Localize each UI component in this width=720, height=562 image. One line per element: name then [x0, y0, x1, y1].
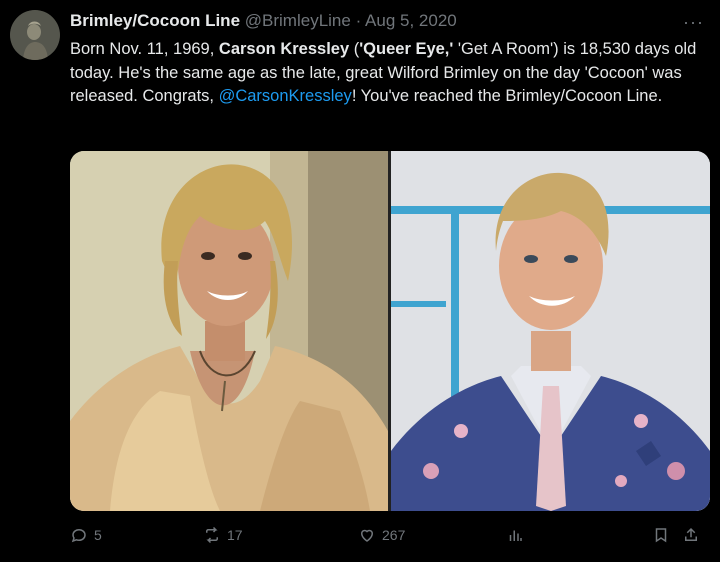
reply-icon	[70, 526, 88, 544]
tweet-date[interactable]: Aug 5, 2020	[365, 11, 457, 30]
tweet-text: Born Nov. 11, 1969, Carson Kressley ('Qu…	[70, 38, 710, 109]
repost-count: 17	[227, 527, 243, 543]
more-options-icon[interactable]: ···	[683, 12, 704, 33]
display-name[interactable]: Brimley/Cocoon Line	[70, 11, 240, 30]
like-button[interactable]: 267	[358, 526, 405, 544]
share-icon	[682, 526, 700, 544]
reply-count: 5	[94, 527, 102, 543]
text-part: Born Nov. 11, 1969,	[70, 40, 219, 58]
text-part: ! You've reached the Brimley/Cocoon Line…	[351, 87, 663, 105]
avatar[interactable]	[10, 10, 60, 60]
text-part: (	[349, 40, 360, 58]
photo-left[interactable]	[70, 151, 388, 511]
action-bar: 5 17 267	[70, 526, 710, 556]
bookmark-icon	[652, 526, 670, 544]
tweet-media[interactable]	[70, 151, 710, 511]
repost-icon	[203, 526, 221, 544]
like-icon	[358, 526, 376, 544]
separator: ·	[355, 11, 362, 30]
views-icon	[506, 526, 524, 544]
user-handle[interactable]: @BrimleyLine	[245, 11, 351, 30]
share-button[interactable]	[682, 526, 700, 544]
person-name: Carson Kressley	[218, 40, 350, 58]
views-button[interactable]	[506, 526, 530, 544]
reply-button[interactable]: 5	[70, 526, 102, 544]
mention-link[interactable]: @CarsonKressley	[219, 87, 352, 105]
tweet-header: Brimley/Cocoon Line @BrimleyLine · Aug 5…	[70, 10, 457, 32]
repost-button[interactable]: 17	[203, 526, 243, 544]
bookmark-button[interactable]	[652, 526, 670, 544]
show-name: 'Queer Eye,'	[359, 40, 454, 58]
tweet[interactable]: Brimley/Cocoon Line @BrimleyLine · Aug 5…	[0, 0, 720, 562]
photo-right[interactable]	[391, 151, 710, 511]
like-count: 267	[382, 527, 406, 543]
